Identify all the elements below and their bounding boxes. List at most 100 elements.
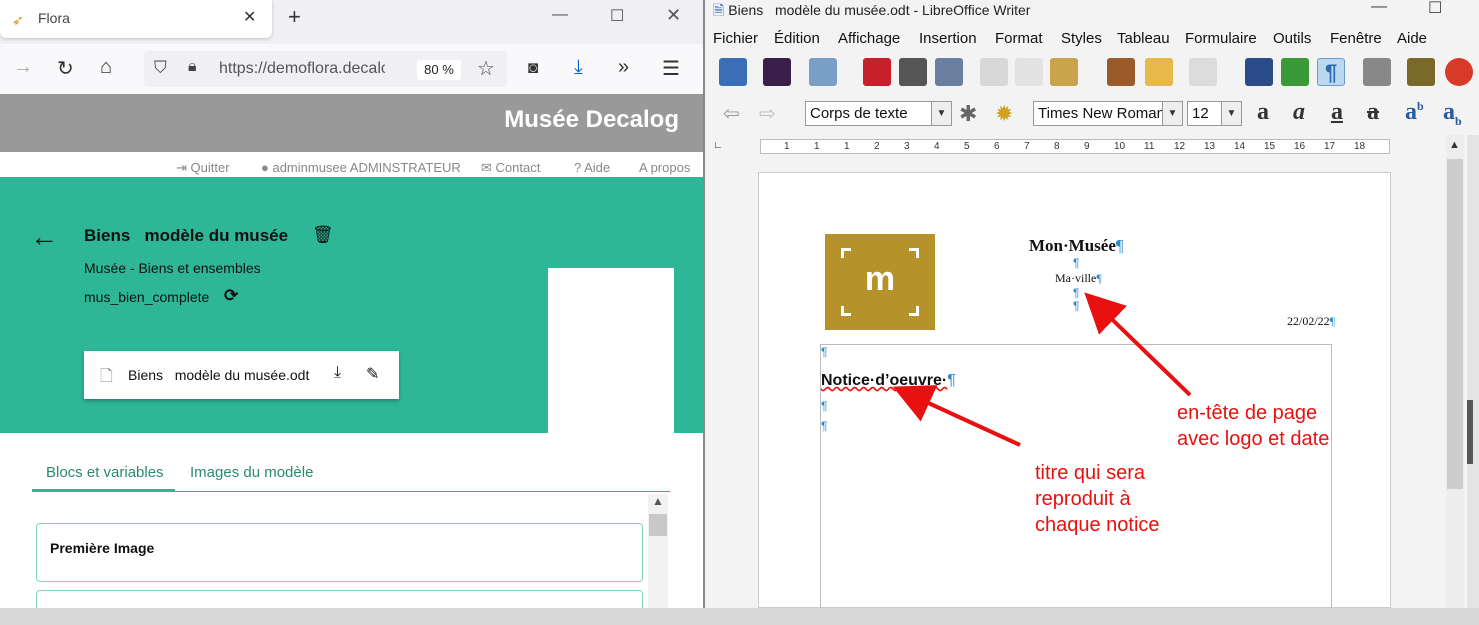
back-arrow-icon[interactable]: ← xyxy=(30,221,58,253)
underline-icon[interactable]: a xyxy=(1331,99,1343,126)
writer-maximize-icon[interactable]: ☐ xyxy=(1428,0,1442,18)
block-item[interactable] xyxy=(36,590,643,608)
print-icon[interactable] xyxy=(899,58,927,86)
maximize-icon[interactable]: ☐ xyxy=(610,6,624,26)
font-size-select[interactable]: 12 ▼ xyxy=(1187,101,1242,126)
update-style-icon[interactable]: ✱ xyxy=(959,101,977,127)
ruler-tick: 8 xyxy=(1054,141,1060,152)
scroll-up-icon[interactable]: ▲ xyxy=(652,494,664,508)
pocket-icon[interactable]: ◙ xyxy=(528,58,538,78)
ruler-tick: 15 xyxy=(1264,141,1276,152)
browser-tab[interactable]: ➶ Flora ✕ xyxy=(0,0,272,38)
pilcrow-mark: ¶ xyxy=(1073,299,1080,313)
home-icon[interactable]: ⌂ xyxy=(100,56,112,79)
quit-link[interactable]: ⇥ Quitter xyxy=(176,160,230,176)
subscript-icon[interactable]: ab xyxy=(1443,99,1462,129)
superscript-icon[interactable]: ab xyxy=(1405,99,1424,126)
menu-tableau[interactable]: Tableau xyxy=(1117,30,1170,47)
url-bar[interactable]: ⛉ 🔒︎ https://demoflora.decalog 80 % ☆ xyxy=(144,51,507,87)
lock-icon[interactable]: 🔒︎ xyxy=(188,58,197,76)
spelling-icon[interactable] xyxy=(1281,58,1309,86)
about-link[interactable]: A propos xyxy=(639,160,690,175)
undo-icon[interactable] xyxy=(1145,58,1173,86)
new-document-icon[interactable] xyxy=(719,58,747,86)
save-icon[interactable] xyxy=(809,58,837,86)
tab-blocs-variables[interactable]: Blocs et variables xyxy=(46,464,164,481)
horizontal-ruler[interactable]: 1 1 1 2 3 4 5 6 7 8 9 10 11 12 13 14 15 … xyxy=(760,139,1390,154)
tab-stop-icon[interactable]: ∟ xyxy=(713,140,723,151)
insert-table-icon[interactable] xyxy=(1363,58,1391,86)
scrollbar-thumb[interactable] xyxy=(649,514,667,536)
bookmark-star-icon[interactable]: ☆ xyxy=(477,56,495,81)
menu-format[interactable]: Format xyxy=(995,30,1043,47)
menu-fenetre[interactable]: Fenêtre xyxy=(1330,30,1382,47)
clone-formatting-icon[interactable] xyxy=(1107,58,1135,86)
cut-icon[interactable] xyxy=(980,58,1008,86)
refresh-icon[interactable]: ⟳ xyxy=(224,286,238,306)
italic-icon[interactable]: a xyxy=(1293,99,1305,126)
navigator-forward-icon[interactable]: ⇨ xyxy=(759,101,776,126)
bold-icon[interactable]: a xyxy=(1257,99,1269,126)
close-window-icon[interactable]: ✕ xyxy=(666,5,681,26)
chevron-down-icon[interactable]: ▼ xyxy=(1221,102,1241,125)
chevron-down-icon[interactable]: ▼ xyxy=(1162,102,1182,125)
forward-icon[interactable]: → xyxy=(13,56,33,79)
site-title: Musée Decalog xyxy=(504,106,679,133)
scroll-up-icon[interactable]: ▲ xyxy=(1449,139,1460,151)
blocks-scrollbar[interactable]: ▲ xyxy=(648,494,668,608)
strikethrough-icon[interactable]: a xyxy=(1367,99,1379,126)
navigation-bar: → ↻ ⌂ ⛉ 🔒︎ https://demoflora.decalog 80 … xyxy=(0,44,703,94)
menu-insertion[interactable]: Insertion xyxy=(919,30,977,47)
menu-formulaire[interactable]: Formulaire xyxy=(1185,30,1257,47)
help-link[interactable]: ? Aide xyxy=(574,160,610,175)
shield-icon[interactable]: ⛉ xyxy=(154,58,167,78)
new-style-icon[interactable]: ✹ xyxy=(995,101,1013,127)
menu-aide[interactable]: Aide xyxy=(1397,30,1427,47)
scrollbar-thumb[interactable] xyxy=(1447,159,1463,489)
menu-edition[interactable]: Édition xyxy=(774,30,820,47)
reload-icon[interactable]: ↻ xyxy=(57,56,74,81)
paragraph-style-select[interactable]: Corps de texte ▼ xyxy=(805,101,952,126)
font-name-select[interactable]: Times New Roman ▼ xyxy=(1033,101,1183,126)
copy-icon[interactable] xyxy=(1015,58,1043,86)
tab-images-modele[interactable]: Images du modèle xyxy=(190,464,313,481)
open-icon[interactable] xyxy=(763,58,791,86)
contact-link[interactable]: ✉ Contact xyxy=(481,160,540,176)
new-tab-icon[interactable]: + xyxy=(288,4,301,30)
formatting-toolbar: ⇦ ⇨ Corps de texte ▼ ✱ ✹ Times New Roman ▼… xyxy=(705,97,1479,131)
insert-image-icon[interactable] xyxy=(1407,58,1435,86)
print-preview-icon[interactable] xyxy=(935,58,963,86)
formatting-marks-icon[interactable]: ¶ xyxy=(1317,58,1345,86)
overflow-chevrons-icon[interactable]: » xyxy=(618,56,629,79)
navigator-back-icon[interactable]: ⇦ xyxy=(723,101,740,126)
hamburger-menu-icon[interactable]: ☰ xyxy=(662,56,680,81)
menu-fichier[interactable]: Fichier xyxy=(713,30,758,47)
paste-icon[interactable] xyxy=(1050,58,1078,86)
redo-icon[interactable] xyxy=(1189,58,1217,86)
chevron-down-icon[interactable]: ▼ xyxy=(931,102,951,125)
minimize-icon[interactable]: — xyxy=(552,6,568,24)
edit-pencil-icon[interactable]: ✎ xyxy=(366,364,379,384)
doc-header-city-text: Ma·ville xyxy=(1055,271,1097,285)
user-link[interactable]: ● adminmusee ADMINSTRATEUR xyxy=(261,160,461,175)
writer-scrollbar[interactable]: ▲ xyxy=(1446,135,1464,608)
pilcrow-mark: ¶ xyxy=(821,399,828,413)
download-icon[interactable]: ⤓ xyxy=(334,364,341,382)
url-text[interactable]: https://demoflora.decalog xyxy=(219,60,385,78)
ruler-tick: 1 xyxy=(784,141,790,152)
trash-icon[interactable]: 🗑︎ xyxy=(312,225,334,245)
menu-affichage[interactable]: Affichage xyxy=(838,30,900,47)
block-item[interactable]: Première Image xyxy=(36,523,643,582)
insert-chart-icon[interactable] xyxy=(1445,58,1473,86)
document-page[interactable]: m Mon·Musée¶ ¶ Ma·ville¶ ¶ ¶ 22/02/22¶ ¶… xyxy=(758,172,1391,608)
menu-styles[interactable]: Styles xyxy=(1061,30,1102,47)
libreoffice-window: 🗎 Biens modèle du musée.odt - LibreOffice… xyxy=(705,0,1479,608)
menu-outils[interactable]: Outils xyxy=(1273,30,1311,47)
export-pdf-icon[interactable] xyxy=(863,58,891,86)
standard-toolbar: ¶ xyxy=(705,54,1479,92)
zoom-level[interactable]: 80 % xyxy=(417,60,461,80)
close-tab-icon[interactable]: ✕ xyxy=(243,7,256,27)
downloads-icon[interactable]: ⤓ xyxy=(574,56,583,79)
find-replace-icon[interactable] xyxy=(1245,58,1273,86)
writer-minimize-icon[interactable]: — xyxy=(1371,0,1387,16)
